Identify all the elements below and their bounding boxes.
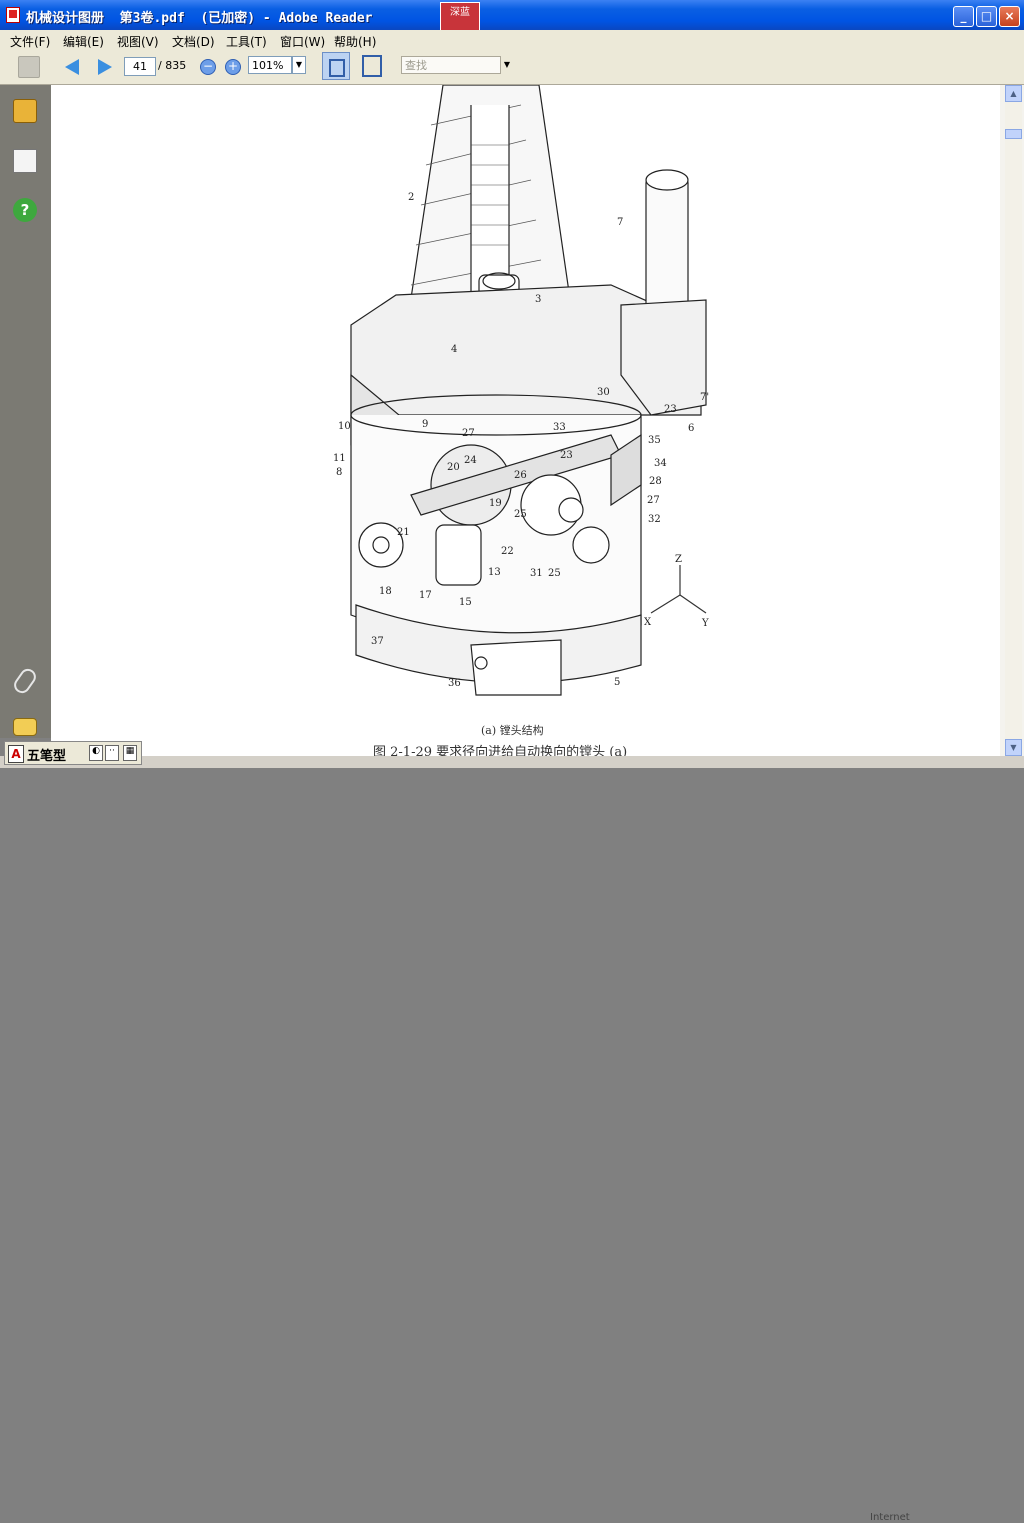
label-9: 9 — [422, 419, 428, 430]
menu-window[interactable]: 窗口(W) — [280, 33, 325, 50]
zoom-dropdown-icon[interactable]: ▼ — [292, 56, 306, 74]
search-dropdown-icon[interactable]: ▼ — [500, 56, 514, 74]
label-3: 3 — [535, 294, 541, 305]
scrollbar-thumb[interactable] — [1005, 129, 1022, 139]
maximize-button[interactable]: □ — [976, 6, 997, 27]
label-5: 5 — [614, 677, 620, 688]
ime-toolbar[interactable]: A 五笔型 ◐ ·· ▦ — [4, 741, 142, 765]
print-icon[interactable] — [18, 56, 40, 78]
label-11: 11 — [333, 453, 346, 464]
zoom-in-icon[interactable]: + — [225, 59, 241, 75]
label-6: 6 — [688, 423, 694, 434]
vertical-scrollbar[interactable]: ▲ ▼ — [1005, 85, 1022, 756]
help-icon[interactable]: ? — [13, 198, 37, 222]
label-26: 26 — [514, 470, 527, 481]
label-28: 28 — [649, 476, 662, 487]
label-4: 4 — [451, 344, 457, 355]
label-8: 8 — [336, 467, 342, 478]
label-35: 35 — [648, 435, 661, 446]
axis-y-label: Y — [701, 618, 709, 629]
subfigure-caption: (a) 镗头结构 — [481, 724, 544, 737]
lock-icon[interactable] — [13, 99, 37, 123]
menu-document[interactable]: 文档(D) — [172, 33, 215, 50]
document-page[interactable]: 2 7 3 4 7' 30 23 6 10 9 11 27 35 33 24 2… — [51, 85, 1000, 756]
axis-x-label: X — [644, 617, 652, 628]
title-bar: 机械设计图册 第3卷.pdf (已加密) - Adobe Reader 深蓝 _… — [0, 0, 1024, 42]
label-27b: 27 — [647, 495, 660, 506]
pages-icon[interactable] — [13, 149, 37, 173]
soft-keyboard-icon[interactable]: ▦ — [123, 745, 137, 761]
label-7: 7 — [617, 217, 623, 228]
pdf-app-icon[interactable] — [6, 7, 20, 23]
label-25b: 25 — [548, 568, 561, 579]
label-21: 21 — [397, 527, 410, 538]
figure-caption: 图 2-1-29 要求径向进给自动换向的镗头 (a) — [373, 745, 628, 756]
scroll-down-icon[interactable]: ▼ — [1005, 739, 1022, 756]
menu-tools[interactable]: 工具(T) — [226, 33, 267, 50]
label-27: 27 — [462, 428, 475, 439]
label-19: 19 — [489, 498, 502, 509]
label-2: 2 — [408, 192, 414, 203]
close-button[interactable]: × — [999, 6, 1020, 27]
label-13: 13 — [488, 567, 501, 578]
attachment-icon[interactable] — [10, 665, 40, 697]
window-title: 机械设计图册 第3卷.pdf (已加密) - Adobe Reader — [26, 11, 373, 26]
label-34: 34 — [654, 458, 667, 469]
label-31: 31 — [530, 568, 543, 579]
label-32: 32 — [648, 514, 661, 525]
label-17: 17 — [419, 590, 432, 601]
scroll-up-icon[interactable]: ▲ — [1005, 85, 1022, 102]
label-25: 25 — [514, 509, 527, 520]
label-36: 36 — [448, 678, 461, 689]
label-7-prime: 7' — [700, 392, 709, 403]
menu-edit[interactable]: 编辑(E) — [63, 33, 104, 50]
label-23b: 23 — [560, 450, 573, 461]
menu-view[interactable]: 视图(V) — [117, 33, 159, 50]
label-15: 15 — [459, 597, 472, 608]
label-10: 10 — [338, 421, 351, 432]
label-18: 18 — [379, 586, 392, 597]
previous-page-icon[interactable] — [62, 56, 84, 78]
page-total: / 835 — [158, 59, 187, 72]
next-page-icon[interactable] — [94, 56, 116, 78]
status-strip: Internet — [0, 756, 1024, 1523]
half-width-icon[interactable]: ◐ — [89, 745, 103, 761]
internet-zone-label: Internet — [870, 1512, 910, 1523]
zoom-out-icon[interactable]: − — [200, 59, 216, 75]
label-33: 33 — [553, 422, 566, 433]
ime-name[interactable]: 五笔型 — [27, 745, 66, 764]
label-24: 24 — [464, 455, 477, 466]
menu-bar: 文件(F) 编辑(E) 视图(V) 文档(D) 工具(T) 窗口(W) 帮助(H… — [0, 30, 1024, 50]
page-number-input[interactable]: 41 — [124, 57, 156, 76]
navigation-panel: ? — [0, 85, 51, 738]
label-22: 22 — [501, 546, 514, 557]
axis-z-label: Z — [675, 554, 682, 565]
ime-mode-icon[interactable]: A — [8, 745, 24, 763]
punctuation-icon[interactable]: ·· — [105, 745, 119, 761]
fit-page-icon[interactable] — [362, 55, 382, 77]
label-23: 23 — [664, 404, 677, 415]
menu-help[interactable]: 帮助(H) — [334, 33, 376, 50]
comment-icon[interactable] — [13, 718, 37, 736]
label-30: 30 — [597, 387, 610, 398]
menu-file[interactable]: 文件(F) — [10, 33, 50, 50]
label-20: 20 — [447, 462, 460, 473]
zoom-level-input[interactable]: 101% — [248, 56, 292, 74]
boring-head-drawing: 2 7 3 4 7' 30 23 6 10 9 11 27 35 33 24 2… — [333, 85, 709, 696]
label-37: 37 — [371, 636, 384, 647]
fit-width-icon[interactable] — [322, 52, 350, 80]
minimize-button[interactable]: _ — [953, 6, 974, 27]
search-input[interactable]: 查找 — [401, 56, 501, 74]
